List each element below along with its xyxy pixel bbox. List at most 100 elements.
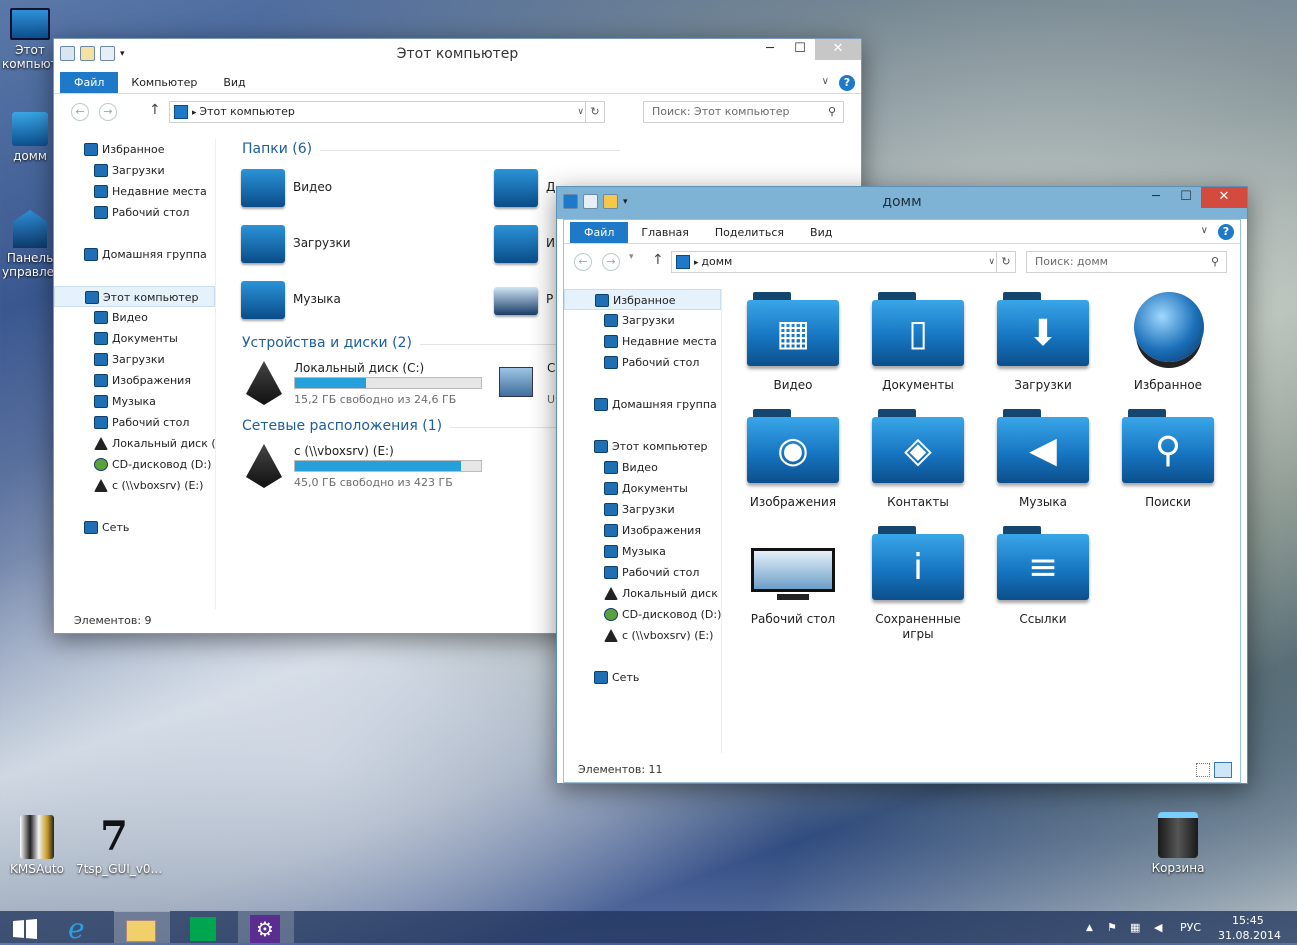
desktop-icon-this-pc[interactable]: Этот компьютер <box>2 8 73 71</box>
nav-item-pictures[interactable]: Изображения <box>54 370 215 391</box>
nav-item-desktop[interactable]: Рабочий стол <box>564 352 721 373</box>
nav-item-documents[interactable]: Документы <box>564 478 721 499</box>
taskbar-ie[interactable]: e <box>56 911 112 943</box>
start-button[interactable] <box>0 911 56 943</box>
tab-view[interactable]: Вид <box>210 72 258 93</box>
minimize-button[interactable]: ─ <box>1141 187 1171 208</box>
item-search-folder[interactable]: ⚲ Поиски <box>1108 409 1228 510</box>
item-desktop-monitor[interactable]: Рабочий стол <box>733 526 853 627</box>
nav-item-music[interactable]: Музыка <box>54 391 215 412</box>
maximize-button[interactable]: ☐ <box>1171 187 1201 208</box>
nav-item-downloads[interactable]: Загрузки <box>564 310 721 331</box>
group-header-folders[interactable]: Папки (6) <box>242 141 621 157</box>
nav-item-desktop[interactable]: Рабочий стол <box>54 202 215 223</box>
clock-time[interactable]: 15:45 <box>1232 914 1264 927</box>
nav-item-recent[interactable]: Недавние места <box>564 331 721 352</box>
tab-share[interactable]: Поделиться <box>702 222 797 243</box>
nav-item-network[interactable]: Сеть <box>54 517 215 538</box>
item-downloads-folder[interactable]: ⬇ Загрузки <box>983 292 1103 393</box>
up-button[interactable]: ↑ <box>652 252 664 268</box>
nav-item-pictures[interactable]: Изображения <box>564 520 721 541</box>
search-input[interactable]: Поиск: домм ⚲ <box>1026 251 1227 273</box>
minimize-button[interactable]: ─ <box>755 39 785 60</box>
item-documents-folder[interactable]: ▯ Документы <box>858 292 978 393</box>
volume-icon[interactable]: ◀ <box>1154 921 1162 934</box>
nav-item-homegroup[interactable]: Домашняя группа <box>54 244 215 265</box>
nav-item-desktop[interactable]: Рабочий стол <box>54 412 215 433</box>
nav-item-desktop[interactable]: Рабочий стол <box>564 562 721 583</box>
nav-item-network[interactable]: Сеть <box>564 667 721 688</box>
tab-file[interactable]: Файл <box>570 222 629 243</box>
nav-item-netdrive[interactable]: c (\\vboxsrv) (E:) <box>564 625 721 646</box>
refresh-icon[interactable]: ↻ <box>996 252 1015 272</box>
show-hidden-icons[interactable]: ▲ <box>1086 923 1093 933</box>
taskbar-explorer[interactable] <box>114 911 170 943</box>
taskbar-settings[interactable]: ⚙ <box>238 911 294 943</box>
address-dropdown-icon[interactable]: ∨ <box>988 252 995 272</box>
item-video-folder[interactable]: ▦ Видео <box>733 292 853 393</box>
item-favorites-orb[interactable]: Избранное <box>1108 292 1228 393</box>
nav-item-computer[interactable]: Этот компьютер <box>564 436 721 457</box>
tab-view[interactable]: Вид <box>797 222 845 243</box>
address-bar[interactable]: ▸ домм ∨ ↻ <box>671 251 1016 273</box>
recent-locations-icon[interactable]: ▾ <box>629 252 634 262</box>
nav-item-cd[interactable]: CD-дисковод (D:) D <box>54 454 215 475</box>
search-input[interactable]: Поиск: Этот компьютер ⚲ <box>643 101 844 123</box>
desktop-icon-recycle-bin[interactable]: Корзина <box>1146 812 1210 875</box>
close-button[interactable]: ✕ <box>815 39 861 60</box>
close-button[interactable]: ✕ <box>1201 187 1247 208</box>
desktop-icon-kmsauto[interactable]: KMSAuto <box>6 815 68 876</box>
back-button[interactable]: ← <box>574 253 592 271</box>
item-music-folder[interactable]: ◀ Музыка <box>983 409 1103 510</box>
nav-item-homegroup[interactable]: Домашняя группа <box>564 394 721 415</box>
nav-item-disk[interactable]: Локальный диск (C <box>564 583 721 604</box>
group-header-network[interactable]: Сетевые расположения (1) <box>242 418 751 434</box>
expand-ribbon-icon[interactable]: ∨ <box>822 76 829 87</box>
nav-item-video[interactable]: Видео <box>54 307 215 328</box>
nav-item-video[interactable]: Видео <box>564 457 721 478</box>
item-contacts-folder[interactable]: ◈ Контакты <box>858 409 978 510</box>
nav-item-computer[interactable]: Этот компьютер <box>54 286 215 307</box>
tab-home[interactable]: Главная <box>628 222 702 243</box>
up-button[interactable]: ↑ <box>149 102 161 118</box>
title-bar[interactable]: ▾ домм ─ ☐ ✕ <box>557 187 1247 219</box>
tab-file[interactable]: Файл <box>60 72 119 93</box>
network-icon[interactable]: ▦ <box>1130 921 1140 934</box>
nav-item-recent[interactable]: Недавние места <box>54 181 215 202</box>
nav-item-downloads[interactable]: Загрузки <box>54 349 215 370</box>
taskbar-store[interactable] <box>176 911 232 943</box>
large-icons-view-icon[interactable] <box>1214 762 1232 778</box>
help-icon[interactable]: ? <box>1218 224 1234 240</box>
explorer-window-domm[interactable]: ▾ домм ─ ☐ ✕ Файл Главная Поделиться Вид… <box>556 186 1248 784</box>
search-icon[interactable]: ⚲ <box>828 102 836 122</box>
nav-item-documents[interactable]: Документы <box>54 328 215 349</box>
refresh-icon[interactable]: ↻ <box>585 102 604 122</box>
nav-item-netdrive[interactable]: c (\\vboxsrv) (E:) <box>54 475 215 496</box>
nav-item-downloads[interactable]: Загрузки <box>564 499 721 520</box>
tab-computer[interactable]: Компьютер <box>118 72 210 93</box>
expand-ribbon-icon[interactable]: ∨ <box>1201 225 1208 236</box>
maximize-button[interactable]: ☐ <box>785 39 815 60</box>
nav-item-music[interactable]: Музыка <box>564 541 721 562</box>
nav-item-disk[interactable]: Локальный диск (C <box>54 433 215 454</box>
desktop-icon-control-panel[interactable]: Панель управления <box>2 210 58 279</box>
address-bar[interactable]: ▸ Этот компьютер ∨ ↻ <box>169 101 605 123</box>
forward-button[interactable]: → <box>602 253 620 271</box>
group-header-devices[interactable]: Устройства и диски (2) <box>242 335 720 351</box>
clock-date[interactable]: 31.08.2014 <box>1218 929 1281 942</box>
language-indicator[interactable]: РУС <box>1180 921 1201 934</box>
search-icon[interactable]: ⚲ <box>1211 252 1219 272</box>
item-links-folder[interactable]: ≡ Ссылки <box>983 526 1103 627</box>
item-pictures-folder[interactable]: ◉ Изображения <box>733 409 853 510</box>
help-icon[interactable]: ? <box>839 75 855 91</box>
nav-item-downloads[interactable]: Загрузки <box>54 160 215 181</box>
desktop-icon-user-folder[interactable]: домм <box>2 112 58 163</box>
back-button[interactable]: ← <box>71 103 89 121</box>
nav-item-star[interactable]: Избранное <box>564 289 721 310</box>
item-saved-games-folder[interactable]: i Сохраненные игры <box>858 526 978 642</box>
forward-button[interactable]: → <box>99 103 117 121</box>
flag-icon[interactable]: ⚑ <box>1107 921 1117 934</box>
address-dropdown-icon[interactable]: ∨ <box>577 102 584 122</box>
nav-item-cd[interactable]: CD-дисковод (D:) D <box>564 604 721 625</box>
details-view-icon[interactable] <box>1196 763 1210 777</box>
